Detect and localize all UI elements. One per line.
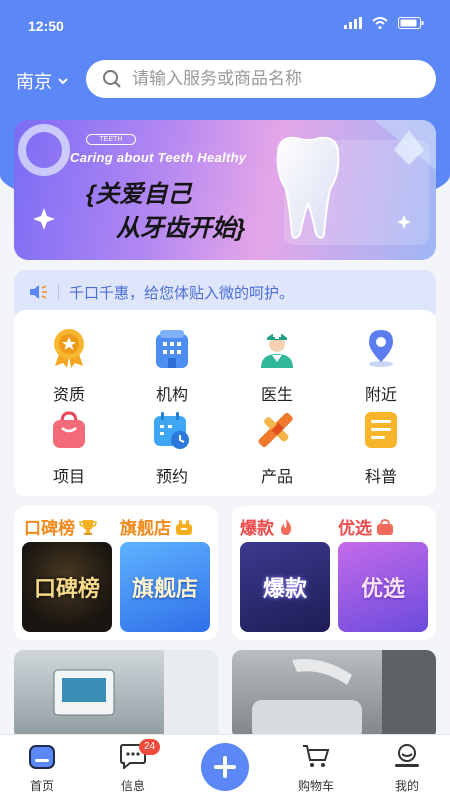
wifi-icon: [372, 17, 388, 29]
tab-mine[interactable]: 我的: [377, 743, 437, 794]
promo-title-selected[interactable]: 优选: [338, 514, 394, 539]
bag-icon: [53, 411, 85, 448]
search-bar[interactable]: [86, 60, 436, 98]
signal-icon: [344, 17, 362, 29]
clinic-photo-1[interactable]: [14, 650, 218, 740]
promo-title-text: 口碑榜: [24, 519, 75, 538]
promo-title-text: 旗舰店: [120, 519, 171, 538]
promo-image-reputation[interactable]: 口碑榜: [22, 542, 112, 632]
tab-label: 购物车: [297, 779, 334, 793]
category-label: 项目: [52, 469, 85, 486]
category-appointment[interactable]: 预约: [132, 410, 212, 487]
building-icon: [156, 330, 188, 368]
toothbrush-icon: [258, 412, 293, 448]
promo-title-text: 爆款: [240, 519, 274, 538]
banner-headline-2: 从牙齿开始}: [116, 215, 246, 242]
category-label: 医生: [260, 387, 293, 404]
tab-cart[interactable]: 购物车: [286, 743, 346, 794]
search-icon: [103, 70, 121, 88]
promo-banner[interactable]: TEETH Caring about Teeth Healthy {关爱自己 从…: [14, 120, 436, 260]
category-institution[interactable]: 机构: [132, 328, 212, 405]
tab-home[interactable]: 首页: [12, 743, 72, 794]
category-grid: 资质 机构 医生 附近 项目 预约 产品 科普: [14, 310, 436, 496]
category-doctor[interactable]: 医生: [237, 328, 317, 405]
category-label: 预约: [155, 469, 188, 486]
battery-icon: [398, 17, 424, 29]
home-icon: [29, 745, 55, 769]
promo-image-flagship[interactable]: 旗舰店: [120, 542, 210, 632]
promo-image-hot[interactable]: 爆款: [240, 542, 330, 632]
promo-title-flagship[interactable]: 旗舰店: [120, 514, 193, 539]
tab-label: 信息: [120, 779, 145, 793]
category-label: 机构: [155, 387, 188, 404]
banner-headline-1: {关爱自己: [86, 181, 192, 208]
add-button[interactable]: [201, 743, 249, 791]
chevron-down-icon: [58, 77, 68, 84]
status-bar: 12:50: [0, 0, 450, 52]
message-count-badge: 24: [139, 739, 161, 755]
promo-card-right: 爆款 优选 爆款 优选: [232, 506, 436, 640]
category-project[interactable]: 项目: [29, 410, 109, 487]
status-time: 12:50: [28, 18, 64, 34]
category-nearby[interactable]: 附近: [341, 328, 421, 405]
shop-icon: [176, 519, 192, 535]
plus-icon: [214, 756, 236, 778]
tab-bar: 首页 24 信息 购物车 我的: [0, 734, 450, 800]
status-icons: [344, 17, 424, 29]
promo-card-left: 口碑榜 旗舰店 口碑榜 旗舰店: [14, 506, 218, 640]
promo-title-reputation[interactable]: 口碑榜: [24, 514, 97, 539]
notice-text: 千口千惠，给您体贴入微的呵护。: [69, 284, 295, 302]
clinic-photo-dental-chair: [252, 650, 436, 740]
promo-image-text: 爆款: [262, 576, 307, 601]
clinic-photo-2[interactable]: [232, 650, 436, 740]
category-label: 资质: [52, 387, 85, 404]
category-product[interactable]: 产品: [237, 410, 317, 487]
fire-icon: [281, 518, 292, 535]
city-selector[interactable]: 南京: [16, 68, 68, 94]
tab-label: 首页: [29, 779, 54, 793]
calendar-clock-icon: [154, 412, 189, 449]
trophy-icon: [79, 519, 97, 535]
tab-label: 我的: [394, 779, 419, 793]
banner-subtitle: Caring about Teeth Healthy: [70, 150, 247, 165]
category-label: 附近: [364, 387, 397, 404]
banner-tag: TEETH: [86, 134, 136, 145]
document-icon: [365, 412, 397, 448]
city-label: 南京: [16, 72, 52, 92]
promo-title-text: 优选: [338, 519, 372, 538]
notice-bar[interactable]: 千口千惠，给您体贴入微的呵护。: [14, 270, 436, 314]
tab-messages[interactable]: 24 信息: [103, 739, 163, 794]
cart-icon: [303, 745, 330, 767]
category-label: 产品: [260, 469, 293, 486]
speaker-icon: [30, 285, 47, 299]
promo-image-text: 旗舰店: [131, 576, 198, 601]
basket-icon: [377, 518, 393, 535]
promo-title-hot[interactable]: 爆款: [240, 514, 294, 539]
doctor-icon: [261, 331, 293, 368]
category-qualification[interactable]: 资质: [29, 328, 109, 405]
notice-divider: [58, 284, 59, 300]
header: 南京: [0, 58, 450, 100]
medal-icon: [54, 329, 84, 368]
profile-icon: [395, 744, 419, 767]
promo-image-text: 口碑榜: [33, 576, 100, 601]
category-science[interactable]: 科普: [341, 410, 421, 487]
category-label: 科普: [364, 469, 397, 486]
tooth-icon: [276, 136, 340, 239]
location-pin-icon: [369, 330, 393, 367]
search-input[interactable]: [132, 69, 412, 89]
promo-image-selected[interactable]: 优选: [338, 542, 428, 632]
promo-image-text: 优选: [360, 576, 405, 601]
clinic-photo-equipment: [53, 650, 218, 740]
